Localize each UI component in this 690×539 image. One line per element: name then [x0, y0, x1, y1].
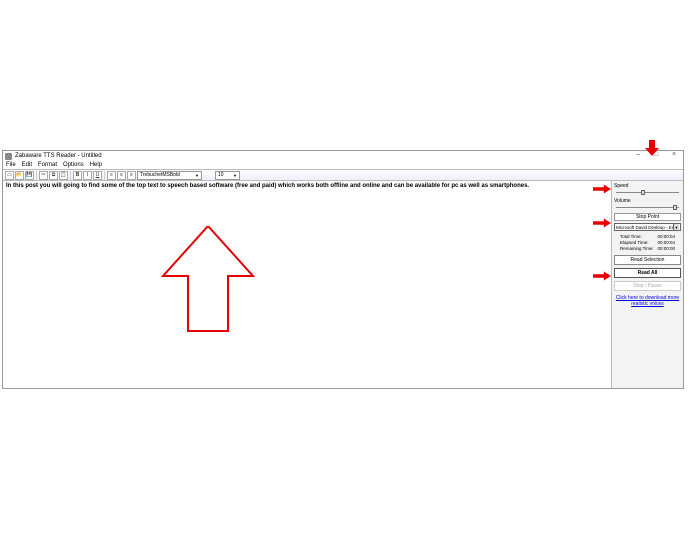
separator — [36, 171, 37, 180]
sidebar-panel: Speed Volume Stop Point Microsoft David … — [611, 181, 683, 388]
app-title: Zabaware TTS Reader - Untitled — [15, 153, 102, 159]
italic-button[interactable]: I — [83, 171, 92, 180]
download-voices-link[interactable]: Click here to download more realistic vo… — [614, 295, 681, 307]
volume-slider[interactable] — [614, 205, 681, 211]
paste-button[interactable]: 📋 — [59, 171, 68, 180]
annotation-down-arrow-icon — [645, 140, 659, 156]
toolbar: ▭ 📂 💾 ✂ ⧉ 📋 B I U ≡ ≡ ≡ TrebuchetMSBold … — [3, 169, 683, 181]
align-left-button[interactable]: ≡ — [107, 171, 116, 180]
speed-slider[interactable] — [614, 190, 681, 196]
separator — [70, 171, 71, 180]
close-button[interactable]: × — [669, 151, 679, 158]
menu-options[interactable]: Options — [63, 162, 84, 168]
voice-select[interactable]: Microsoft David Desktop - English ▼ — [614, 223, 681, 231]
slider-thumb[interactable] — [673, 205, 677, 210]
stop-point-label: Stop Point — [614, 213, 681, 221]
chevron-down-icon: ▼ — [233, 173, 237, 178]
separator — [104, 171, 105, 180]
menubar: File Edit Format Options Help — [3, 161, 683, 169]
menu-help[interactable]: Help — [90, 162, 102, 168]
font-select[interactable]: TrebuchetMSBold ▼ — [137, 171, 202, 180]
titlebar: Zabaware TTS Reader - Untitled – □ × — [3, 151, 683, 161]
font-size-select[interactable]: 10 ▼ — [215, 171, 240, 180]
align-center-button[interactable]: ≡ — [117, 171, 126, 180]
underline-button[interactable]: U — [93, 171, 102, 180]
new-button[interactable]: ▭ — [5, 171, 14, 180]
open-button[interactable]: 📂 — [15, 171, 24, 180]
document-body: In this post you will going to find some… — [6, 183, 529, 189]
chevron-down-icon: ▼ — [673, 224, 679, 230]
bold-button[interactable]: B — [73, 171, 82, 180]
annotation-arrow-icon — [593, 271, 611, 281]
cut-button[interactable]: ✂ — [39, 171, 48, 180]
menu-edit[interactable]: Edit — [22, 162, 32, 168]
speed-label: Speed — [614, 183, 681, 189]
remaining-time-value: 00:00:00 — [657, 246, 675, 252]
menu-file[interactable]: File — [6, 162, 16, 168]
content-area: In this post you will going to find some… — [3, 181, 683, 388]
remaining-time-label: Remaining Time: — [620, 246, 654, 252]
minimize-button[interactable]: – — [633, 151, 643, 158]
read-selection-button[interactable]: Read Selection — [614, 255, 681, 265]
app-window: Zabaware TTS Reader - Untitled – □ × Fil… — [2, 150, 684, 389]
font-select-value: TrebuchetMSBold — [140, 172, 180, 178]
annotation-arrow-icon — [593, 218, 611, 228]
chevron-down-icon: ▼ — [195, 173, 199, 178]
volume-label: Volume — [614, 198, 681, 204]
voice-select-value: Microsoft David Desktop - English — [616, 225, 673, 230]
font-size-value: 10 — [218, 172, 224, 178]
slider-track — [616, 207, 679, 208]
slider-thumb[interactable] — [641, 190, 645, 195]
save-button[interactable]: 💾 — [25, 171, 34, 180]
copy-button[interactable]: ⧉ — [49, 171, 58, 180]
annotation-up-arrow — [158, 226, 258, 336]
align-right-button[interactable]: ≡ — [127, 171, 136, 180]
app-icon — [5, 153, 12, 160]
time-info: Total Time:00:00:04 Elapsed Time:00:00:0… — [614, 234, 681, 252]
slider-track — [616, 192, 679, 193]
document-textarea[interactable]: In this post you will going to find some… — [3, 181, 611, 388]
menu-format[interactable]: Format — [38, 162, 57, 168]
annotation-arrow-icon — [593, 184, 611, 194]
stop-pause-button[interactable]: Stop / Pause — [614, 281, 681, 291]
read-all-button[interactable]: Read All — [614, 268, 681, 278]
